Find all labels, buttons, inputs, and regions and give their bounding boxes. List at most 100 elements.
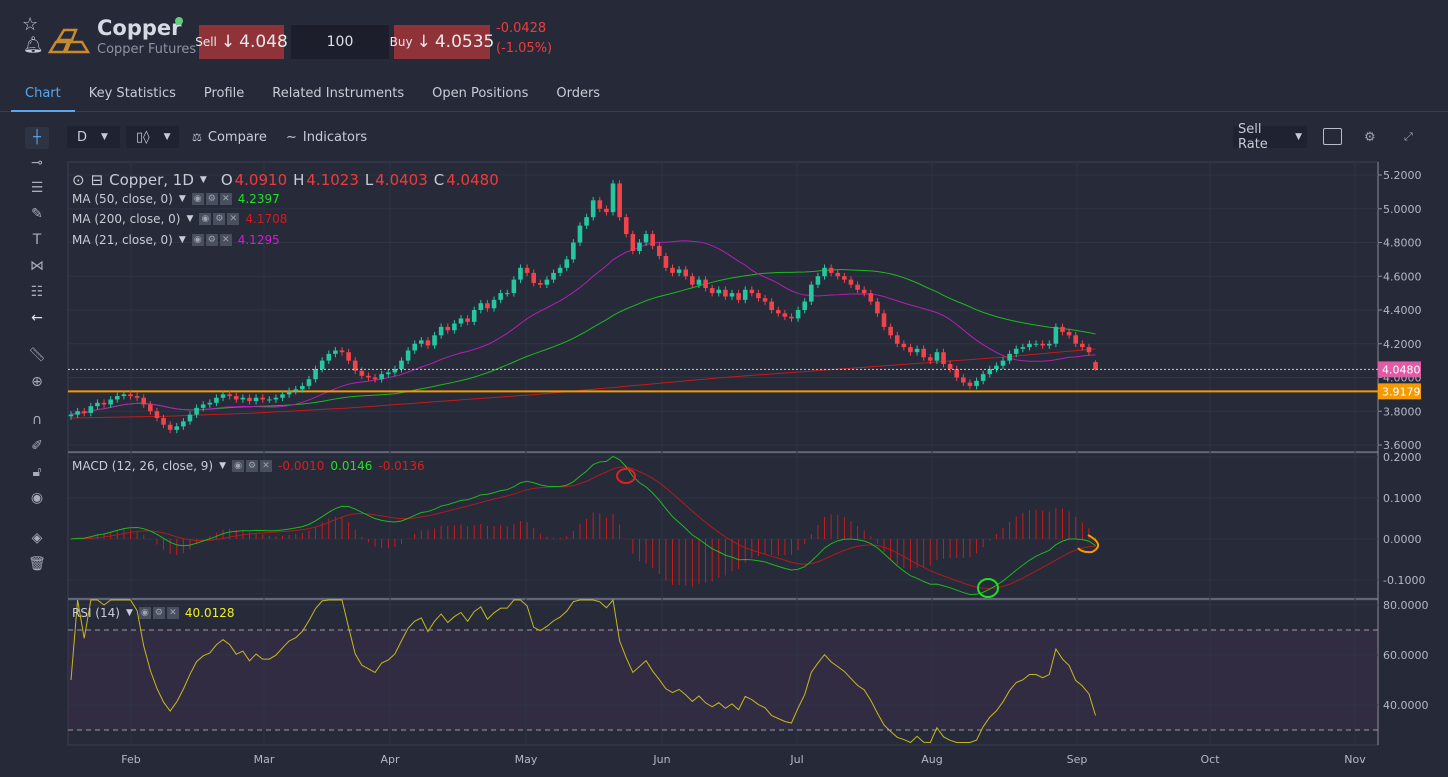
price-chart[interactable]: Feb Mar Apr May Jun Jul Aug Sep Oct Nov 5.2000 5.00…	[0, 0, 1448, 777]
candle	[524, 267, 530, 273]
ma50-label[interactable]: MA (50, close, 0)	[72, 192, 173, 206]
rsi-legend: RSI (14) ▼ ◉ ⚙ ✕ 40.0128	[72, 606, 235, 620]
close-icon[interactable]: ✕	[219, 234, 232, 246]
candle	[656, 245, 662, 256]
candle	[709, 288, 715, 294]
candle	[967, 382, 973, 386]
candle	[1093, 362, 1098, 370]
gear-icon[interactable]: ⚙	[246, 460, 259, 472]
candle	[154, 411, 160, 418]
ma21-label[interactable]: MA (21, close, 0)	[72, 233, 173, 247]
candle	[108, 399, 113, 405]
candle	[280, 394, 285, 398]
candle	[1000, 360, 1006, 366]
candle	[128, 394, 133, 397]
rsi-label[interactable]: RSI (14)	[72, 606, 120, 620]
chevron-down-icon[interactable]: ▼	[126, 608, 133, 618]
candle	[1033, 343, 1039, 345]
candle	[445, 326, 451, 331]
price-tick-label: 4.8000	[1383, 237, 1422, 250]
candle	[200, 404, 206, 408]
candle	[875, 301, 880, 314]
candle	[980, 374, 986, 381]
candle	[181, 421, 186, 427]
x-tick-label: Jul	[789, 753, 803, 766]
candle	[194, 407, 199, 415]
ma21-value: 4.1295	[237, 233, 280, 247]
collapse-icon[interactable]: ⊙	[72, 171, 85, 189]
candle	[742, 289, 748, 300]
rsi-tick-label: 60.0000	[1383, 649, 1429, 662]
candle	[643, 234, 649, 243]
candle	[465, 318, 470, 322]
candle	[399, 360, 404, 370]
candle	[372, 377, 378, 380]
support-price-label: 3.9179	[1382, 385, 1421, 398]
eye-icon[interactable]: ◉	[191, 234, 204, 246]
candle	[1086, 347, 1092, 353]
candle	[1027, 343, 1032, 348]
ma200-value: 4.1708	[245, 212, 288, 226]
candle	[888, 326, 893, 336]
x-tick-label: Apr	[380, 753, 400, 766]
candle	[590, 200, 596, 218]
rsi-tick-label: 80.0000	[1383, 599, 1429, 612]
candle	[881, 313, 887, 327]
candle	[617, 183, 622, 218]
candle	[405, 350, 411, 361]
candle	[564, 259, 570, 268]
high-label: H	[293, 171, 305, 189]
chevron-down-icon[interactable]: ▼	[219, 461, 226, 471]
x-tick-label: Oct	[1200, 753, 1220, 766]
symbol-label[interactable]: Copper, 1D	[109, 171, 194, 189]
candle	[419, 340, 424, 344]
candle	[623, 217, 629, 235]
x-tick-label: May	[515, 753, 538, 766]
x-tick-label: Aug	[921, 753, 942, 766]
candle	[504, 293, 510, 295]
gear-icon[interactable]: ⚙	[205, 193, 218, 205]
chevron-down-icon[interactable]: ▼	[179, 194, 186, 204]
candle	[670, 267, 675, 273]
candle	[412, 343, 418, 351]
open-value: 4.0910	[234, 171, 288, 189]
price-tick-label: 5.0000	[1383, 203, 1422, 216]
candle	[167, 424, 173, 430]
candle	[729, 293, 735, 297]
eye-icon[interactable]: ◉	[232, 460, 245, 472]
candle	[894, 335, 900, 344]
candle	[134, 396, 140, 398]
close-icon[interactable]: ✕	[227, 213, 240, 225]
candle	[577, 225, 583, 243]
candle	[1066, 331, 1072, 336]
chevron-down-icon[interactable]: ▼	[179, 235, 186, 245]
candle	[703, 279, 708, 289]
candle	[286, 391, 292, 395]
macd-tick-label: 0.0000	[1383, 533, 1422, 546]
close-icon[interactable]: ✕	[260, 460, 273, 472]
candle	[81, 411, 87, 413]
candle	[267, 399, 272, 401]
eye-icon[interactable]: ◉	[191, 193, 204, 205]
close-icon[interactable]: ✕	[166, 607, 179, 619]
chevron-down-icon[interactable]: ▼	[200, 175, 207, 185]
eye-icon[interactable]: ◉	[199, 213, 212, 225]
candle	[1053, 326, 1059, 344]
close-icon[interactable]: ✕	[219, 193, 232, 205]
candle	[736, 293, 741, 300]
macd-label[interactable]: MACD (12, 26, close, 9)	[72, 459, 213, 473]
hide-icon[interactable]: ⊟	[91, 171, 104, 189]
candle	[676, 269, 682, 273]
gear-icon[interactable]: ⚙	[205, 234, 218, 246]
eye-icon[interactable]: ◉	[138, 607, 151, 619]
candle	[88, 406, 94, 413]
candle	[775, 310, 781, 314]
gear-icon[interactable]: ⚙	[152, 607, 165, 619]
candle	[769, 301, 774, 310]
candle	[815, 276, 821, 285]
candle	[359, 370, 365, 376]
ma200-label[interactable]: MA (200, close, 0)	[72, 212, 180, 226]
chevron-down-icon[interactable]: ▼	[186, 214, 193, 224]
gear-icon[interactable]: ⚙	[213, 213, 226, 225]
candle	[723, 289, 728, 297]
